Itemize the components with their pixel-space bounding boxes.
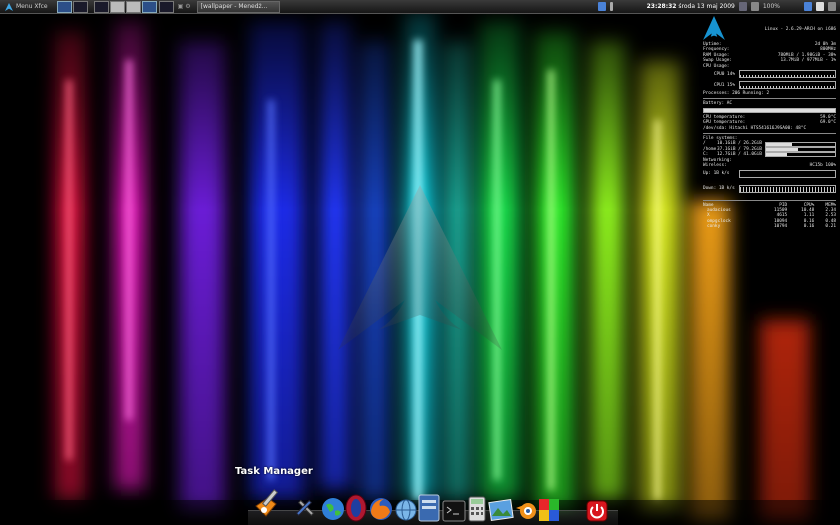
clock[interactable]: 23:28:32 środa 13 maj 2009 — [647, 3, 735, 10]
settings-launcher-icon[interactable]: ⚙ — [185, 3, 190, 10]
processes-value: Processes: 206 Running: 2 — [703, 91, 770, 97]
swap-value: 13.7MiB / 977MiB - 1% — [780, 58, 836, 64]
clock-date: środa 13 maj 2009 — [678, 3, 735, 10]
fs-bar — [765, 147, 836, 153]
launcher-icons: ▣ ⚙ — [178, 0, 191, 13]
panel-separator — [158, 0, 174, 13]
proc-pid: 10794 — [773, 224, 788, 230]
cpu0-label: CPU0 14% — [713, 71, 735, 77]
upload-row: Up: 1B k/s — [703, 169, 836, 180]
web-browser-globe-icon[interactable] — [320, 496, 346, 522]
gpu-temp-value: 69.0°C — [820, 120, 836, 126]
download-value: Down: 1B k/s — [703, 186, 735, 192]
logout-icon[interactable] — [828, 2, 836, 11]
conky-divider — [703, 98, 836, 100]
disk-temp-row: /dev/sda: Hitachi HTS541616J9SA00: 48°C — [703, 126, 836, 131]
workspace-switcher — [56, 0, 88, 13]
disk-temp-value: /dev/sda: Hitachi HTS541616J9SA00: 48°C — [703, 125, 807, 131]
wireless-label: Wireless: — [703, 163, 727, 169]
fs-bar — [765, 141, 836, 147]
file-manager-icon[interactable] — [418, 494, 440, 522]
upload-value: Up: 1B k/s — [703, 171, 730, 177]
network-globe-icon[interactable] — [394, 498, 418, 522]
cpu0-graph — [739, 70, 836, 79]
workspace-2[interactable] — [72, 0, 88, 13]
arch-linux-logo-icon — [703, 16, 725, 40]
proc-cpu: 0.16 — [803, 224, 815, 230]
cpu1-graph — [739, 81, 836, 90]
firefox-icon[interactable] — [368, 496, 394, 522]
workspace-5[interactable] — [125, 0, 141, 13]
network-icon[interactable] — [597, 2, 606, 11]
proc-name: conky — [707, 224, 721, 230]
cpu1-label: CPU1 15% — [713, 82, 735, 88]
blender-icon[interactable] — [514, 498, 538, 522]
workspace-4[interactable] — [109, 0, 125, 13]
terminal-icon[interactable] — [442, 500, 466, 522]
office-suite-icon[interactable] — [538, 498, 560, 522]
update-notifier-icon[interactable] — [804, 2, 812, 11]
media-player-icon[interactable] — [344, 494, 368, 522]
clipboard-icon[interactable] — [816, 2, 824, 11]
cpu0-line: CPU0 14% — [703, 69, 836, 80]
image-viewer-icon[interactable] — [488, 498, 514, 522]
processes-row: Processes: 206 Running: 2 — [703, 91, 836, 96]
calculator-icon[interactable] — [468, 496, 486, 522]
conky-header: Linux - 2.6.29-ARCH on i686 — [703, 16, 836, 42]
wireless-value: HC15b 100% — [809, 163, 836, 169]
download-row: Down: 1B k/s — [703, 184, 836, 195]
task-manager-chainsaw-icon[interactable] — [252, 486, 286, 522]
upload-graph — [739, 169, 836, 178]
tools-icon[interactable] — [292, 496, 318, 522]
menu-label: Menu Xfce — [16, 3, 48, 10]
cpu1-line: CPU1 15% — [703, 80, 836, 91]
terminal-launcher-icon[interactable]: ▣ — [178, 3, 184, 10]
system-tray: 23:28:32 środa 13 maj 2009 100% — [597, 0, 840, 13]
top-panel: Menu Xfce ▣ ⚙ [wallpaper - Menedż... 23:… — [0, 0, 840, 14]
workspace-6[interactable] — [141, 0, 157, 13]
conky-monitor: Linux - 2.6.29-ARCH on i686 Uptime: 2d 0h… — [703, 16, 836, 230]
workspace-switcher-2 — [93, 0, 174, 13]
dock — [248, 486, 618, 525]
dock-tooltip: Task Manager — [235, 466, 313, 477]
user-icon[interactable] — [738, 2, 747, 11]
battery-level: 100% — [762, 3, 780, 10]
xfce-menu-button[interactable]: Menu Xfce — [2, 0, 51, 13]
clock-time: 23:28:32 — [646, 3, 677, 10]
cpu-usage-label: CPU Usage: — [703, 63, 730, 69]
conky-divider — [703, 199, 836, 201]
battery-bar — [703, 107, 836, 113]
process-table: Name PID CPU% MEM% audacious 11509 10.48 2.… — [703, 203, 836, 230]
taskbar-window-label: [wallpaper - Menedż... — [200, 3, 268, 10]
battery-status: Battery: AC — [703, 101, 733, 107]
fs-bar — [765, 152, 836, 158]
table-row: conky 10794 0.16 0.21 — [703, 224, 836, 229]
system-info: Linux - 2.6.29-ARCH on i686 — [764, 27, 836, 32]
download-graph — [739, 184, 836, 193]
taskbar-window-button[interactable]: [wallpaper - Menedż... — [196, 0, 280, 13]
arch-logo-icon — [5, 2, 13, 11]
workspace-1[interactable] — [56, 0, 72, 13]
power-off-icon[interactable] — [586, 500, 608, 522]
battery-row: Battery: AC — [703, 101, 836, 106]
conky-divider — [703, 133, 836, 135]
volume-icon[interactable] — [609, 2, 613, 11]
power-manager-icon[interactable] — [750, 2, 759, 11]
workspace-3[interactable] — [93, 0, 109, 13]
proc-mem: 0.21 — [825, 224, 836, 230]
